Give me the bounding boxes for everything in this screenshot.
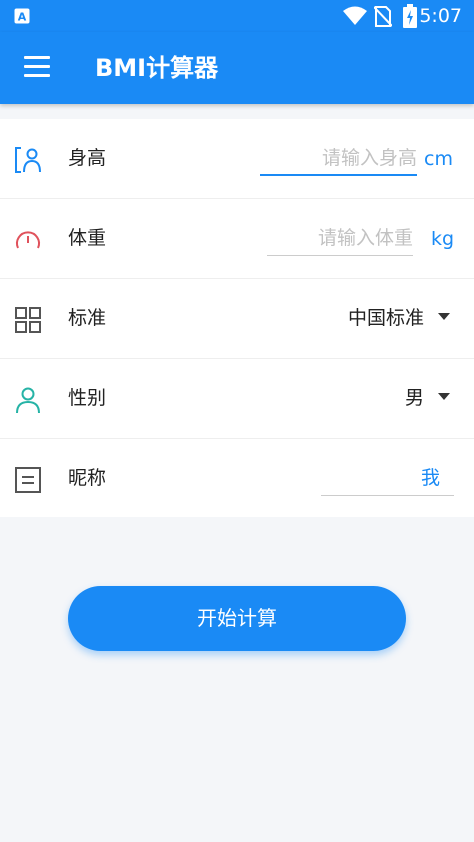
weight-row: 体重 请输入体重 kg xyxy=(0,198,474,279)
app-bar: BMI计算器 xyxy=(0,32,474,104)
height-input[interactable]: 请输入身高 xyxy=(260,140,417,176)
weight-placeholder: 请输入体重 xyxy=(317,227,413,249)
height-input-underline xyxy=(260,174,417,176)
height-placeholder: 请输入身高 xyxy=(321,147,417,169)
menu-icon[interactable] xyxy=(24,56,50,78)
grid-icon xyxy=(15,307,41,333)
nickname-label: 昵称 xyxy=(68,467,107,489)
app-title: BMI计算器 xyxy=(95,54,219,82)
start-calculation-button[interactable]: 开始计算 xyxy=(68,586,406,651)
height-person-icon xyxy=(15,147,41,173)
gender-select[interactable]: 男 xyxy=(405,384,450,412)
nickname-value: 我 xyxy=(420,467,440,489)
app-notification-icon: A xyxy=(14,8,30,24)
battery-charging-icon xyxy=(403,4,417,28)
chevron-down-icon xyxy=(438,313,450,320)
status-bar: A 5:07 xyxy=(0,0,474,32)
height-label: 身高 xyxy=(68,147,107,169)
bmi-form: 身高 请输入身高 cm 体重 请输入体重 kg 标准 中国标准 性别 男 昵称 … xyxy=(0,119,474,517)
nickname-input-underline xyxy=(321,495,454,496)
standard-label: 标准 xyxy=(68,307,107,329)
nickname-row: 昵称 我 xyxy=(0,438,474,519)
standard-select[interactable]: 中国标准 xyxy=(348,304,450,332)
height-row: 身高 请输入身高 cm xyxy=(0,119,474,199)
no-sim-icon xyxy=(374,6,392,27)
weight-input[interactable]: 请输入体重 xyxy=(267,220,413,256)
gender-row[interactable]: 性别 男 xyxy=(0,358,474,439)
chevron-down-icon xyxy=(438,393,450,400)
person-icon xyxy=(16,387,40,414)
gender-selected-value: 男 xyxy=(404,387,424,409)
gender-label: 性别 xyxy=(68,387,107,409)
standard-selected-value: 中国标准 xyxy=(347,307,424,329)
weight-input-underline xyxy=(267,255,413,256)
svg-text:A: A xyxy=(18,11,27,24)
nickname-input[interactable]: 我 xyxy=(321,460,454,496)
weight-unit: kg xyxy=(431,228,455,250)
weight-label: 体重 xyxy=(68,227,107,249)
standard-row[interactable]: 标准 中国标准 xyxy=(0,278,474,359)
form-box-icon xyxy=(15,467,41,493)
gauge-icon xyxy=(16,231,40,249)
wifi-icon xyxy=(343,6,367,25)
status-time: 5:07 xyxy=(419,5,462,27)
height-unit: cm xyxy=(424,148,453,170)
